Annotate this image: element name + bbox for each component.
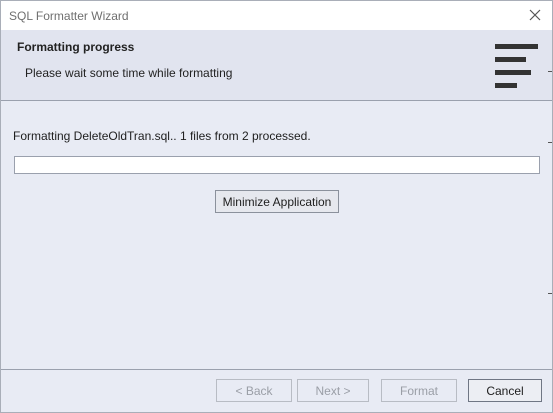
progress-status-text: Formatting DeleteOldTran.sql.. 1 files f…	[13, 129, 311, 143]
edge-tick	[548, 142, 552, 143]
edge-tick	[548, 293, 552, 294]
cancel-button[interactable]: Cancel	[468, 379, 542, 402]
close-icon	[529, 9, 541, 21]
wizard-window: SQL Formatter Wizard Formatting progress…	[0, 0, 553, 413]
back-button[interactable]: < Back	[216, 379, 292, 402]
page-subtitle: Please wait some time while formatting	[25, 66, 233, 80]
formatting-lines-icon	[495, 44, 539, 90]
wizard-header: Formatting progress Please wait some tim…	[1, 30, 552, 101]
format-button[interactable]: Format	[381, 379, 457, 402]
close-button[interactable]	[524, 5, 546, 25]
page-title: Formatting progress	[17, 40, 135, 54]
wizard-footer: < Back Next > Format Cancel	[1, 369, 552, 412]
next-button[interactable]: Next >	[297, 379, 369, 402]
progress-bar	[14, 156, 540, 174]
window-title: SQL Formatter Wizard	[9, 9, 129, 23]
wizard-content: Formatting DeleteOldTran.sql.. 1 files f…	[1, 101, 552, 369]
minimize-application-button[interactable]: Minimize Application	[215, 190, 339, 213]
edge-tick	[548, 71, 552, 72]
title-bar: SQL Formatter Wizard	[1, 1, 552, 30]
